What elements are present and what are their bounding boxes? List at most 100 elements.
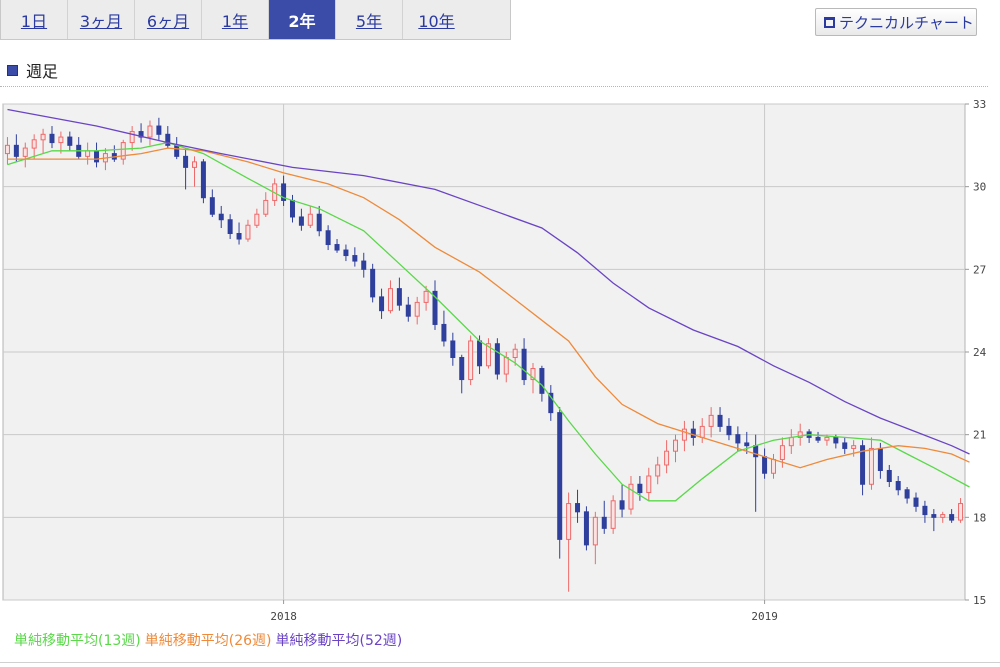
candle-down — [209, 197, 215, 215]
candle-down — [218, 213, 224, 221]
candle-down — [316, 213, 322, 232]
candle-down — [575, 503, 581, 513]
candle-up — [4, 144, 10, 155]
candle-up — [610, 500, 616, 529]
candle-down — [200, 161, 206, 199]
candle-down — [477, 340, 483, 367]
candle-down — [842, 442, 848, 449]
candle-down — [895, 481, 901, 491]
candle-up — [387, 288, 393, 312]
candle-up — [673, 439, 679, 452]
candle-down — [601, 516, 607, 529]
bottom-divider — [0, 662, 1000, 663]
candle-up — [31, 139, 37, 149]
candle-down — [94, 150, 100, 163]
candle-down — [183, 155, 189, 168]
candle-down — [815, 436, 821, 441]
candle-up — [468, 340, 474, 381]
candle-down — [904, 489, 910, 499]
candle-down — [931, 514, 937, 518]
candle-down — [494, 343, 500, 375]
candle-up — [414, 301, 420, 317]
candle-up — [708, 414, 714, 427]
candle-up — [958, 503, 964, 521]
candle-down — [352, 255, 358, 262]
candle-down — [379, 296, 385, 312]
candle-up — [770, 458, 776, 474]
candle-down — [583, 511, 589, 546]
candle-up — [655, 464, 661, 477]
candle-down — [370, 268, 376, 298]
legend-ma26: 単純移動平均(26週) — [144, 633, 272, 649]
candle-up — [245, 224, 251, 240]
candle-down — [361, 260, 367, 270]
candle-up — [566, 503, 572, 540]
candle-down — [922, 505, 928, 516]
candle-down — [735, 434, 741, 444]
candle-up — [646, 475, 652, 494]
candle-up — [40, 133, 46, 141]
candle-up — [940, 514, 946, 518]
candle-up — [254, 213, 260, 226]
candle-down — [886, 469, 892, 483]
candle-down — [557, 412, 563, 540]
y-tick-label: 18 — [973, 511, 986, 524]
candle-down — [156, 125, 162, 135]
legend-ma13: 単純移動平均(13週) — [14, 633, 141, 649]
candle-up — [779, 445, 785, 460]
candle-down — [753, 445, 759, 458]
candle-up — [628, 483, 634, 510]
candle-up — [58, 136, 64, 144]
candle-down — [459, 357, 465, 381]
x-tick-label: 2018 — [270, 610, 297, 623]
y-tick-label: 15 — [973, 594, 986, 607]
candle-up — [592, 516, 598, 546]
candle-up — [824, 436, 830, 441]
candle-down — [405, 304, 411, 317]
y-tick-label: 33 — [973, 98, 986, 111]
y-tick-label: 24 — [973, 346, 987, 359]
candle-up — [868, 447, 874, 485]
y-tick-label: 27 — [973, 263, 986, 276]
candle-down — [298, 216, 304, 226]
candle-down — [441, 323, 447, 342]
candle-up — [85, 150, 91, 157]
y-tick-label: 30 — [973, 181, 986, 194]
candle-up — [147, 125, 153, 138]
candle-down — [289, 199, 295, 218]
candle-down — [619, 500, 625, 510]
candle-down — [539, 368, 545, 394]
candle-up — [699, 425, 705, 438]
candle-down — [227, 219, 233, 235]
legend-ma52: 単純移動平均(52週) — [275, 633, 403, 649]
candle-down — [949, 514, 955, 521]
candle-up — [681, 428, 687, 441]
candle-up — [423, 290, 429, 303]
x-tick-label: 2019 — [751, 610, 778, 623]
candle-down — [877, 447, 883, 471]
candle-down — [762, 456, 768, 474]
candle-up — [307, 213, 313, 226]
chart-legend: 単純移動平均(13週) 単純移動平均(26週) 単純移動平均(52週) — [14, 630, 402, 650]
candle-up — [851, 445, 857, 449]
candle-down — [717, 414, 723, 427]
candle-down — [13, 144, 19, 157]
candle-down — [833, 436, 839, 444]
candle-up — [22, 147, 28, 157]
candle-up — [129, 131, 135, 144]
candle-down — [744, 442, 750, 447]
candle-down — [343, 249, 349, 257]
candle-down — [521, 348, 527, 381]
candle-down — [49, 133, 55, 144]
candle-down — [637, 483, 643, 494]
candle-down — [726, 425, 732, 436]
candle-down — [396, 288, 402, 306]
weekly-candlestick-chart: 33 30 27 24 21 18 15 2018 2019 — [2, 98, 987, 623]
candle-up — [192, 161, 198, 168]
candle-down — [450, 340, 456, 359]
candle-up — [512, 348, 518, 359]
candle-down — [174, 144, 180, 157]
candle-up — [503, 357, 509, 375]
candle-up — [120, 142, 126, 160]
candle-down — [690, 428, 696, 438]
